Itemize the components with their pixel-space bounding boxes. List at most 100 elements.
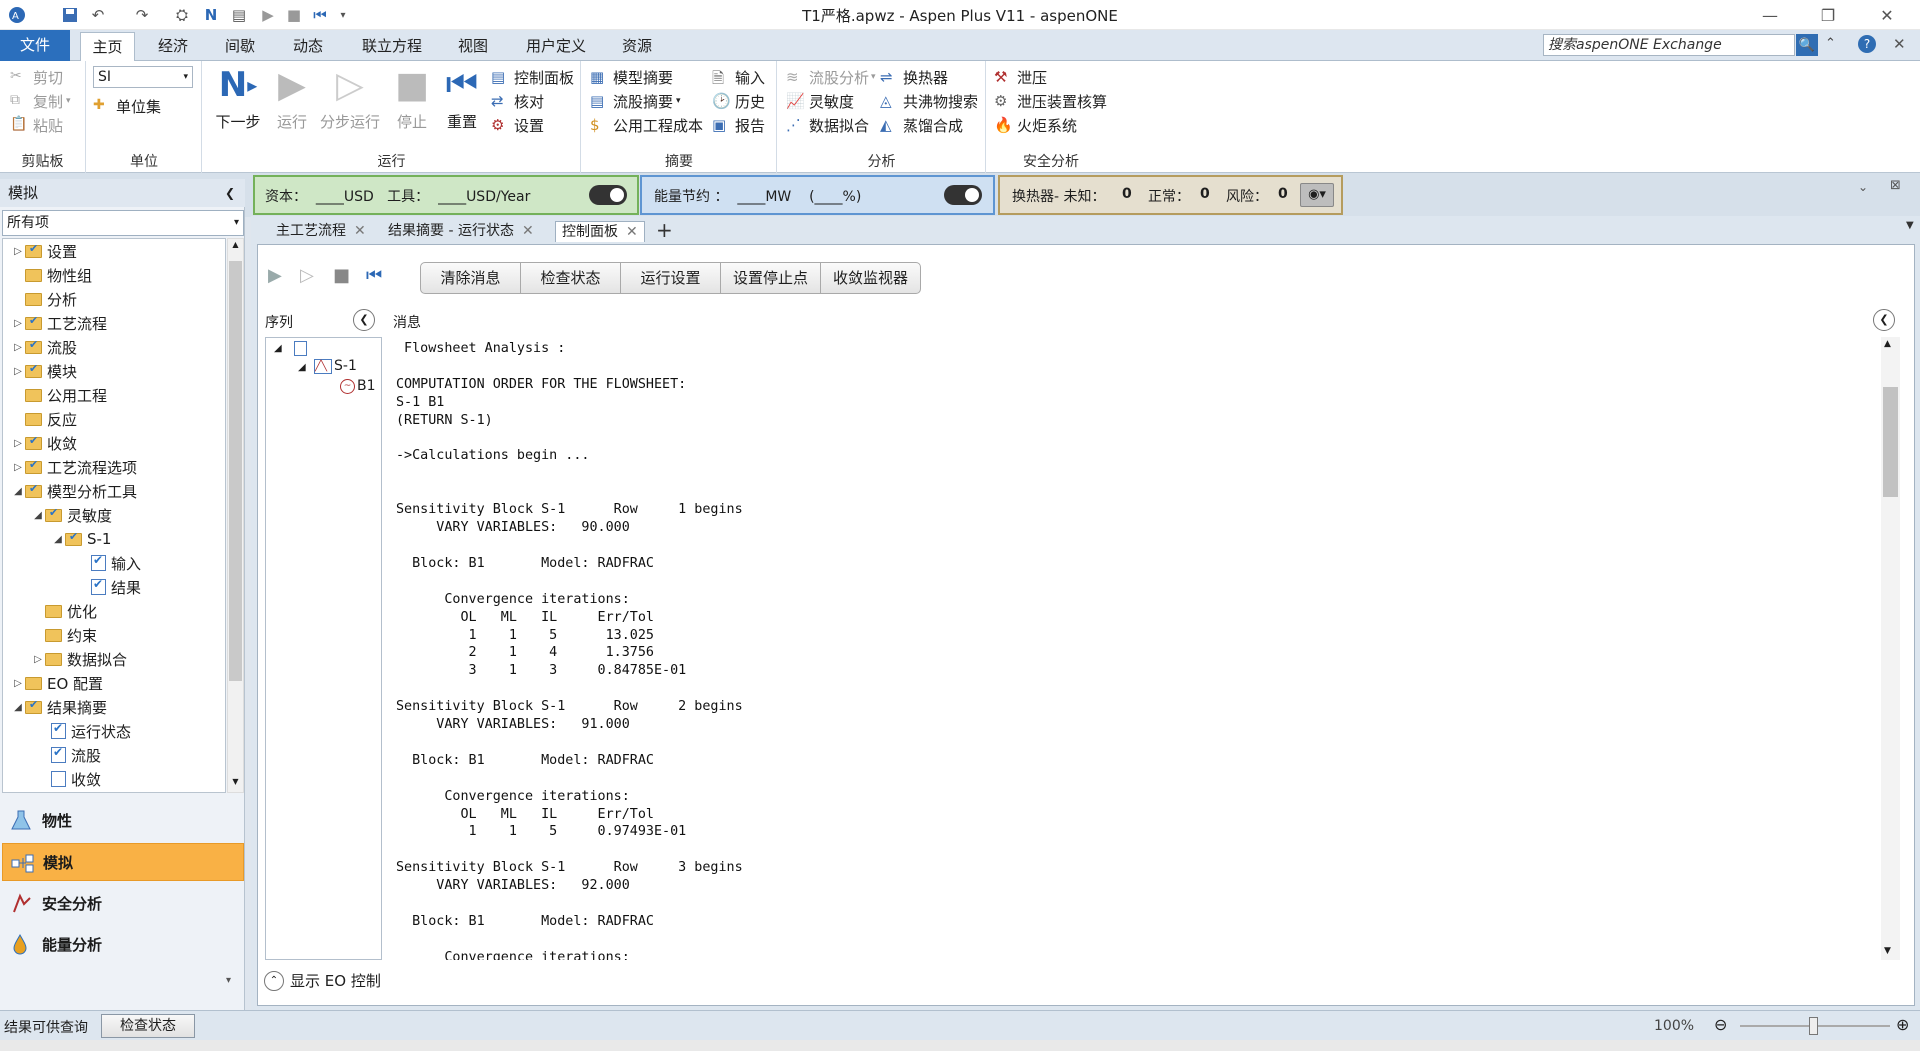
tree-scroll-thumb[interactable] — [229, 261, 242, 681]
unit-set-select[interactable]: SI ▾ — [93, 66, 193, 88]
tab-batch[interactable]: 间歇 — [215, 32, 265, 61]
tree-item-property-sets[interactable]: 物性组 — [11, 264, 92, 286]
expand-icon[interactable]: ▷ — [11, 246, 25, 257]
tree-item-eo-config[interactable]: ▷ EO 配置 — [11, 672, 103, 694]
stop-button[interactable]: ■ 停止 — [387, 65, 437, 141]
run-settings-panel-button[interactable]: 运行设置 — [620, 262, 721, 294]
hex-options-dropdown[interactable]: ◉▾ — [1300, 183, 1334, 207]
scroll-down-icon[interactable]: ▼ — [1884, 946, 1891, 956]
nav-more-icon[interactable]: ▾ — [226, 975, 231, 986]
cut-button[interactable]: ✂ 剪切 — [10, 65, 63, 89]
distillation-synthesis-button[interactable]: ◭ 蒸馏合成 — [880, 113, 963, 137]
paste-button[interactable]: 📋 粘贴 — [10, 113, 63, 137]
messages-scrollbar[interactable]: ▲ ▼ — [1881, 337, 1900, 960]
expand-icon[interactable]: ▷ — [11, 462, 25, 473]
minimize-button[interactable]: — — [1745, 0, 1795, 30]
tree-item-blocks[interactable]: ▷模块 — [11, 360, 77, 382]
messages-scroll-thumb[interactable] — [1883, 387, 1898, 497]
run-button[interactable]: ▶ 运行 — [267, 65, 317, 141]
check-status-status-button[interactable]: 检查状态 — [101, 1014, 195, 1038]
new-tab-icon[interactable]: + — [656, 218, 673, 242]
panel-stop-icon[interactable]: ■ — [333, 265, 350, 286]
input-button[interactable]: 🗎 输入 — [712, 65, 765, 89]
reset-button[interactable]: ⏮ 重置 — [437, 64, 487, 141]
tab-customize[interactable]: 用户定义 — [516, 32, 596, 61]
flare-system-button[interactable]: 🔥 火炬系统 — [994, 113, 1077, 137]
tab-resources[interactable]: 资源 — [612, 32, 662, 61]
tab-main-flowsheet[interactable]: 主工艺流程 ✕ — [270, 221, 372, 242]
copy-button[interactable]: ⧉ 复制 ▾ — [10, 89, 71, 113]
collapse-icon[interactable]: ◢ — [11, 486, 25, 497]
expand-eo-icon[interactable]: ⌃ — [264, 971, 284, 991]
collapse-icon[interactable]: ◢ — [11, 702, 25, 713]
tree-item-setup[interactable]: ▷设置 — [11, 240, 77, 262]
tree-item-flowsheet-options[interactable]: ▷工艺流程选项 — [11, 456, 137, 478]
panel-run-icon[interactable]: ▶ — [268, 265, 282, 286]
nav-filter-select[interactable]: 所有项 ▾ — [2, 210, 244, 236]
strip-close-icon[interactable]: ⊠ — [1890, 178, 1901, 193]
tree-item-sensitivity[interactable]: ◢灵敏度 — [31, 504, 112, 526]
data-fit-button[interactable]: ⋰ 数据拟合 — [786, 113, 869, 137]
collapse-icon[interactable]: ◢ — [31, 510, 45, 521]
collapse-icon[interactable]: ◢ — [51, 534, 65, 545]
collapse-icon[interactable]: ◢ — [274, 343, 282, 354]
utility-costs-button[interactable]: $ 公用工程成本 — [590, 113, 703, 137]
expand-icon[interactable]: ▷ — [11, 678, 25, 689]
strip-collapse-icon[interactable]: ⌄ — [1858, 180, 1868, 194]
collapse-icon[interactable]: ◢ — [298, 362, 306, 373]
close-tab-icon[interactable]: ✕ — [522, 223, 534, 239]
reconcile-button[interactable]: ⇄ 核对 — [491, 89, 544, 113]
tree-item-constraints[interactable]: 约束 — [31, 624, 97, 646]
nav-safety-button[interactable]: 安全分析 — [2, 884, 244, 922]
expand-icon[interactable]: ▷ — [11, 366, 25, 377]
help-icon[interactable]: ? — [1858, 35, 1876, 53]
sensitivity-button[interactable]: 📈 灵敏度 — [786, 89, 854, 113]
close-tab-icon[interactable]: ✕ — [626, 224, 638, 240]
zoom-out-icon[interactable]: ⊖ — [1714, 1015, 1727, 1034]
tab-file[interactable]: 文件 — [0, 30, 70, 61]
control-panel-button[interactable]: ▤ 控制面板 — [491, 65, 574, 89]
collapse-pane-icon[interactable]: ❮ — [225, 179, 235, 207]
history-button[interactable]: 🕑 历史 — [712, 89, 765, 113]
set-breakpoints-button[interactable]: 设置停止点 — [720, 262, 821, 294]
panel-step-icon[interactable]: ▷ — [300, 265, 314, 286]
tree-item-s1[interactable]: ◢S-1 — [51, 528, 111, 550]
tab-dynamics[interactable]: 动态 — [283, 32, 333, 61]
tab-view[interactable]: 视图 — [448, 32, 498, 61]
stream-analysis-button[interactable]: ≋ 流股分析 ▾ — [786, 65, 876, 89]
tab-home[interactable]: 主页 — [80, 32, 135, 61]
tab-control-panel[interactable]: 控制面板 ✕ — [555, 221, 645, 242]
eo-control-bar[interactable]: ⌃ 显示 EO 控制 — [262, 968, 1912, 994]
tree-item-streams[interactable]: ▷流股 — [11, 336, 77, 358]
expand-icon[interactable]: ▷ — [11, 438, 25, 449]
tree-item-data-fit[interactable]: ▷ 数据拟合 — [31, 648, 127, 670]
model-summary-button[interactable]: ▦ 模型摘要 — [590, 65, 673, 89]
restore-button[interactable]: ❐ — [1803, 0, 1853, 30]
nav-properties-button[interactable]: 物性 — [2, 801, 244, 839]
close-ribbon-icon[interactable]: ✕ — [1893, 35, 1906, 53]
expand-icon[interactable]: ▷ — [31, 654, 45, 665]
capital-toggle[interactable] — [589, 185, 627, 205]
scroll-up-icon[interactable]: ▲ — [1884, 339, 1891, 349]
expand-icon[interactable]: ▷ — [11, 318, 25, 329]
scroll-up-icon[interactable]: ▲ — [229, 240, 242, 254]
report-button[interactable]: ▣ 报告 — [712, 113, 765, 137]
relief-sizing-button[interactable]: ⚙ 泄压装置核算 — [994, 89, 1107, 113]
check-status-button[interactable]: 检查状态 — [520, 262, 621, 294]
panel-reset-icon[interactable]: ⏮ — [366, 265, 382, 286]
tree-scrollbar[interactable]: ▲ ▼ — [227, 238, 244, 793]
tree-item-model-analysis-tools[interactable]: ◢模型分析工具 — [11, 480, 137, 502]
convergence-monitor-button[interactable]: 收敛监视器 — [820, 262, 921, 294]
stream-summary-button[interactable]: ▤ 流股摘要 ▾ — [590, 89, 681, 113]
tab-results-run-status[interactable]: 结果摘要 - 运行状态 ✕ — [382, 221, 540, 242]
tab-economics[interactable]: 经济 — [148, 32, 198, 61]
unit-sets-button[interactable]: ✚ 单位集 — [93, 94, 161, 118]
seq-item-b1[interactable]: ~ B1 — [340, 378, 376, 394]
collapse-ribbon-icon[interactable]: ⌃ — [1825, 36, 1836, 51]
tree-item-analysis[interactable]: 分析 — [11, 288, 77, 310]
close-tab-icon[interactable]: ✕ — [354, 223, 366, 239]
tab-list-icon[interactable]: ▼ — [1906, 220, 1914, 231]
seq-item-s1[interactable]: ╱╲ S-1 — [314, 358, 357, 374]
tree-item-utilities[interactable]: 公用工程 — [11, 384, 107, 406]
nav-energy-button[interactable]: 能量分析 — [2, 925, 244, 963]
